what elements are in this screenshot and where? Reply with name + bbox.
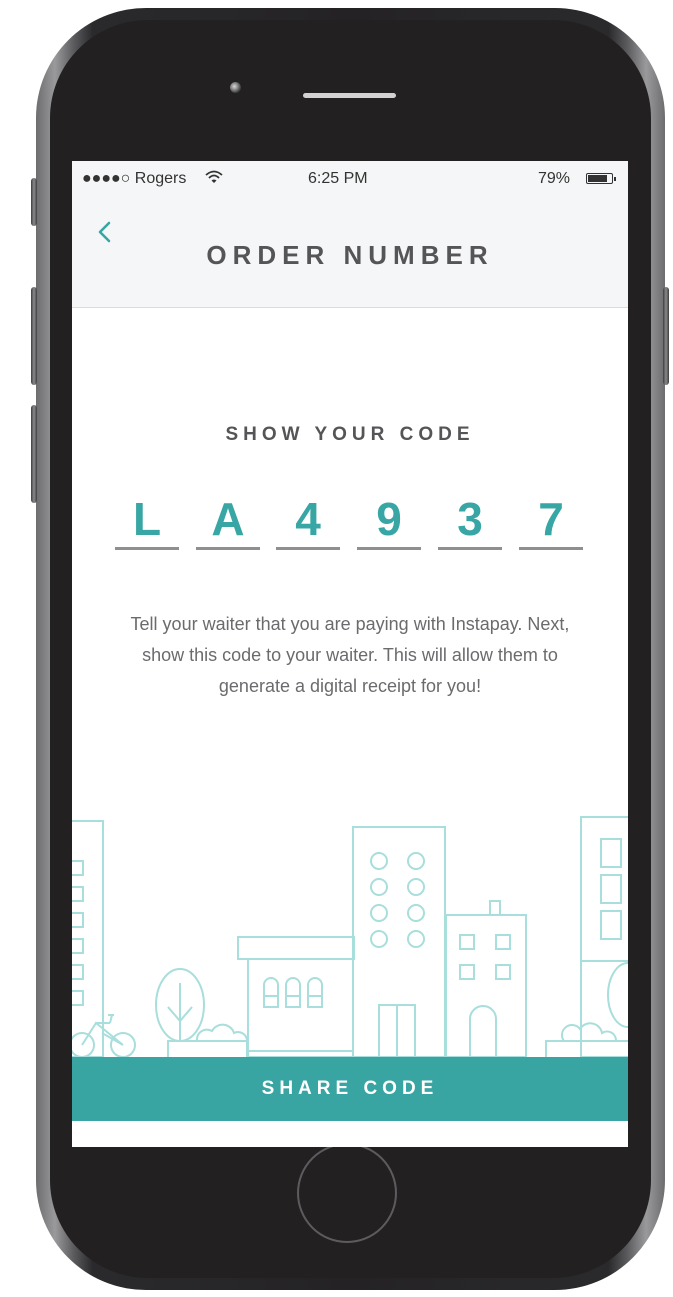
wifi-icon — [205, 170, 223, 183]
app-screen: ●●●●○ Rogers 6:25 PM 79% ORDER NUMBER SH… — [72, 161, 628, 1147]
front-camera — [230, 82, 241, 93]
carrier-label: ●●●●○ Rogers — [82, 170, 187, 187]
battery-percent: 79% — [538, 170, 571, 187]
page-title: ORDER NUMBER — [206, 240, 494, 270]
code-char: 7 — [519, 491, 583, 550]
code-char: 4 — [276, 491, 340, 550]
volume-down-button — [31, 405, 37, 503]
code-char: 9 — [357, 491, 421, 550]
chevron-left-icon — [98, 221, 111, 243]
volume-up-button — [31, 287, 37, 385]
instructions-text: Tell your waiter that you are paying wit… — [130, 614, 570, 696]
tree-icon — [155, 968, 205, 1042]
status-bar: ●●●●○ Rogers 6:25 PM 79% — [72, 161, 628, 195]
battery-icon — [586, 173, 616, 184]
cityscape-illustration — [72, 816, 628, 1057]
share-code-button[interactable]: SHARE CODE — [72, 1057, 628, 1121]
mute-switch — [31, 178, 37, 226]
power-button — [663, 287, 669, 385]
status-time: 6:25 PM — [308, 170, 368, 187]
earpiece-speaker — [303, 93, 396, 98]
code-char: 3 — [438, 491, 502, 550]
code-char: L — [115, 491, 179, 550]
home-button[interactable] — [297, 1143, 397, 1243]
code-char: A — [196, 491, 260, 550]
code-heading: SHOW YOUR CODE — [225, 424, 475, 445]
